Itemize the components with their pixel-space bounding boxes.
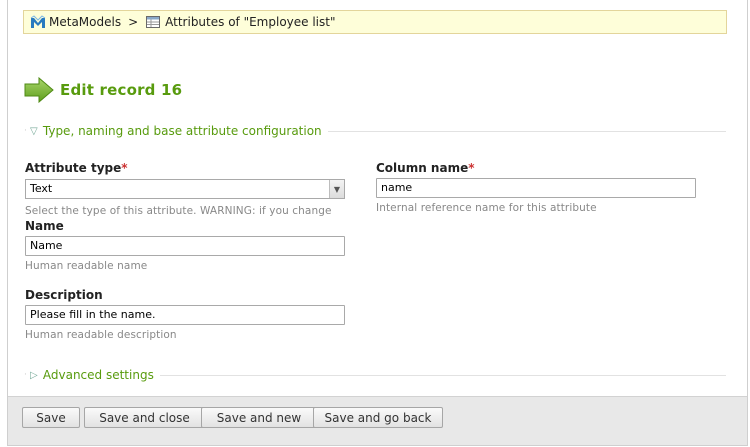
chevron-down-icon[interactable]: ▼ — [329, 180, 344, 198]
attribute-type-help: Select the type of this attribute. WARNI… — [25, 205, 332, 217]
attribute-type-select[interactable]: Text ▼ — [25, 179, 345, 199]
name-help: Human readable name — [25, 260, 148, 272]
save-and-close-button[interactable]: Save and close — [84, 407, 205, 428]
page-heading: Edit record 16 — [24, 76, 183, 104]
required-mark: * — [468, 161, 475, 175]
section-legend-main[interactable]: · ▽ Type, naming and base attribute conf… — [24, 124, 726, 138]
column-name-label: Column name* — [376, 161, 475, 175]
section-divider — [159, 374, 726, 376]
section-legend-advanced-label: Advanced settings — [42, 368, 154, 382]
breadcrumb-separator: > — [128, 15, 139, 29]
name-label: Name — [25, 219, 64, 233]
table-icon — [146, 16, 161, 28]
breadcrumb-app-link[interactable]: MetaModels — [49, 15, 121, 29]
name-input[interactable]: Name — [25, 236, 345, 256]
breadcrumb-current: Attributes of "Employee list" — [165, 15, 336, 29]
page-title: Edit record 16 — [60, 81, 183, 99]
description-help: Human readable description — [25, 329, 177, 341]
attribute-type-label: Attribute type* — [25, 161, 128, 175]
save-button[interactable]: Save — [22, 407, 80, 428]
section-legend-advanced[interactable]: · ▷ Advanced settings — [24, 368, 726, 382]
section-legend-main-label: Type, naming and base attribute configur… — [42, 124, 322, 138]
save-and-go-back-button[interactable]: Save and go back — [313, 407, 443, 428]
metamodels-logo-icon — [30, 15, 46, 29]
column-name-input[interactable]: name — [376, 178, 696, 198]
green-arrow-icon — [24, 76, 54, 104]
form-footer: Save Save and close Save and new Save an… — [8, 396, 747, 445]
save-and-new-button[interactable]: Save and new — [201, 407, 317, 428]
attribute-type-value: Text — [30, 182, 53, 195]
triangle-right-icon: ▷ — [30, 369, 38, 381]
description-input[interactable]: Please fill in the name. — [25, 305, 345, 325]
section-divider — [327, 130, 726, 132]
breadcrumb: MetaModels > Attributes of "Employee lis… — [23, 10, 727, 34]
required-mark: * — [121, 161, 128, 175]
column-name-help: Internal reference name for this attribu… — [376, 202, 597, 214]
description-label: Description — [25, 288, 103, 302]
triangle-down-icon: ▽ — [30, 125, 38, 137]
